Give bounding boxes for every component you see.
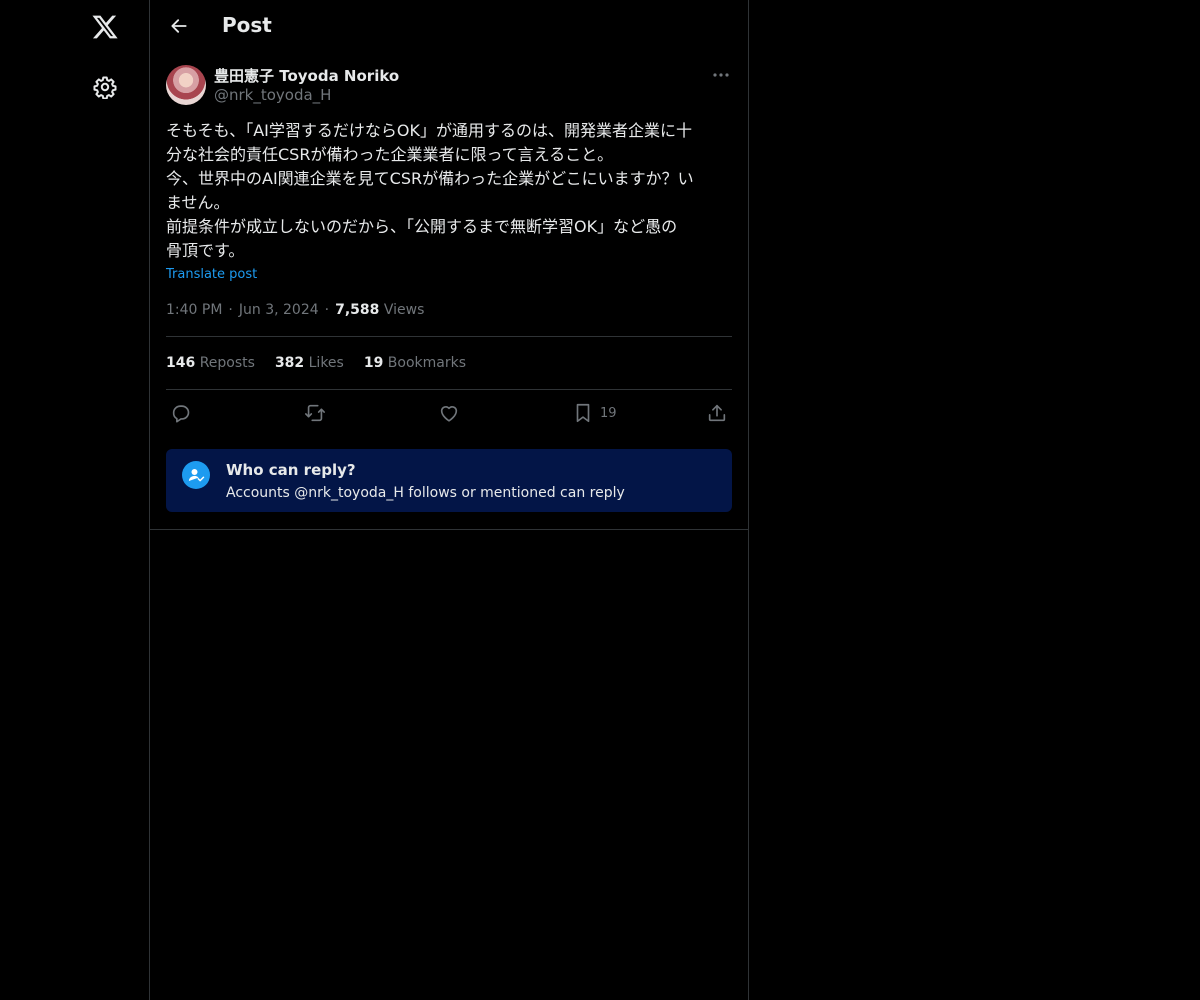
translate-post-link[interactable]: Translate post bbox=[166, 267, 257, 282]
author-handle[interactable]: @nrk_toyoda_H bbox=[214, 86, 331, 104]
separator: · bbox=[324, 302, 330, 318]
bookmark-icon bbox=[576, 403, 590, 423]
post-text-line: 前提条件が成立しないのだから、「公開するまで無断学習OK」など愚の bbox=[166, 217, 678, 236]
post-metadata: 1:40 PM · Jun 3, 2024 · 7,588 Views bbox=[166, 302, 424, 318]
post-actions: 19 bbox=[166, 401, 732, 429]
likes-stat[interactable]: 382 Likes bbox=[275, 355, 344, 371]
repost-button[interactable] bbox=[304, 401, 326, 425]
reply-icon bbox=[172, 405, 190, 423]
left-navigation bbox=[0, 0, 150, 1000]
divider bbox=[166, 389, 732, 390]
separator: · bbox=[228, 302, 233, 318]
reply-restriction-badge bbox=[182, 461, 210, 489]
engagement-stats: 146 Reposts 382 Likes 19 Bookmarks bbox=[166, 355, 486, 371]
author-name[interactable]: 豊田憲子 Toyoda Noriko bbox=[214, 65, 399, 86]
post-text: そもそも、「AI学習するだけならOK」が通用するのは、開発業者企業に十 分な社会… bbox=[166, 119, 734, 263]
like-button[interactable] bbox=[438, 401, 460, 425]
settings-button[interactable] bbox=[82, 64, 128, 110]
repost-icon bbox=[305, 404, 325, 422]
reply-restriction-notice: Who can reply? Accounts @nrk_toyoda_H fo… bbox=[166, 449, 732, 512]
x-logo-icon bbox=[92, 15, 118, 39]
avatar[interactable] bbox=[166, 65, 206, 105]
bookmarks-stat[interactable]: 19 Bookmarks bbox=[364, 355, 466, 371]
post-text-line: 分な社会的責任CSRが備わった企業業者に限って言えること。 bbox=[166, 145, 614, 164]
x-logo-link[interactable] bbox=[82, 4, 128, 50]
post-text-line: ません。 bbox=[166, 193, 230, 212]
share-button[interactable] bbox=[706, 401, 728, 425]
bookmark-count: 19 bbox=[600, 405, 617, 421]
post-text-line: 骨頂です。 bbox=[166, 241, 245, 260]
heart-icon bbox=[440, 406, 458, 422]
page-header: Post bbox=[150, 0, 748, 53]
arrow-left-icon bbox=[171, 19, 187, 33]
more-dots-icon bbox=[713, 73, 729, 77]
views-count: 7,588 bbox=[335, 302, 380, 318]
divider bbox=[166, 336, 732, 337]
back-button[interactable] bbox=[162, 9, 196, 43]
more-options-button[interactable] bbox=[710, 66, 732, 84]
gear-icon bbox=[93, 76, 117, 99]
likes-count: 382 bbox=[274, 355, 305, 371]
reposts-stat[interactable]: 146 Reposts bbox=[166, 355, 255, 371]
post-text-line: そもそも、「AI学習するだけならOK」が通用するのは、開発業者企業に十 bbox=[166, 121, 692, 140]
divider bbox=[150, 529, 748, 530]
bookmark-button[interactable]: 19 bbox=[572, 401, 617, 425]
bookmarks-label: Bookmarks bbox=[387, 355, 466, 371]
bookmarks-count: 19 bbox=[363, 355, 384, 371]
reply-restriction-title: Who can reply? bbox=[226, 461, 356, 479]
post-time[interactable]: 1:40 PM bbox=[166, 302, 222, 318]
reposts-count: 146 bbox=[166, 355, 196, 371]
likes-label: Likes bbox=[308, 355, 344, 371]
share-icon bbox=[708, 404, 726, 422]
person-check-icon bbox=[188, 469, 205, 482]
reply-restriction-description: Accounts @nrk_toyoda_H follows or mentio… bbox=[226, 485, 625, 501]
post-date[interactable]: Jun 3, 2024 bbox=[239, 302, 319, 318]
primary-column: Post 豊田憲子 Toyoda Noriko @nrk_toyoda_H そも… bbox=[149, 0, 749, 1000]
post-text-line: 今、世界中のAI関連企業を見てCSRが備わった企業がどこにいますか？い bbox=[166, 169, 694, 188]
views-label: Views bbox=[383, 302, 425, 318]
page-title: Post bbox=[222, 13, 272, 37]
reposts-label: Reposts bbox=[199, 355, 255, 371]
reply-button[interactable] bbox=[170, 401, 192, 425]
